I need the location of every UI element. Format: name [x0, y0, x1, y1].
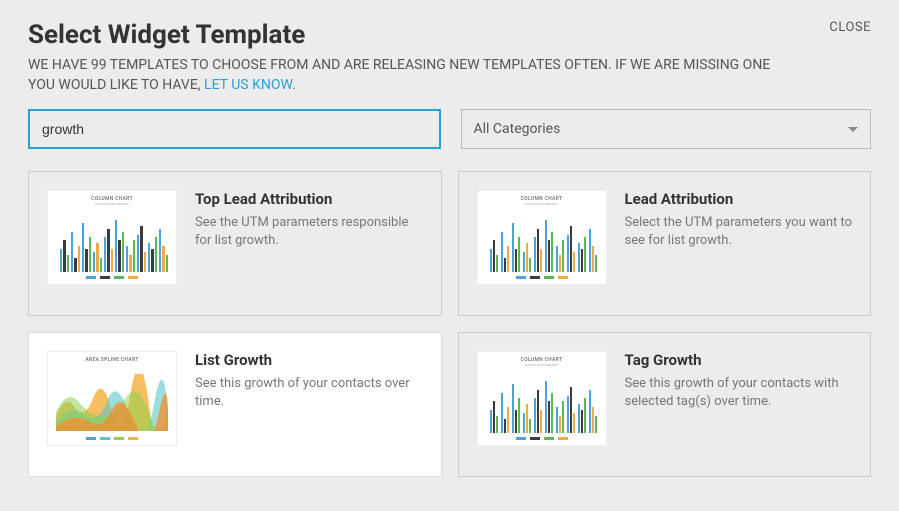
template-thumbnail: COLUMN CHART SOURCE MEASUREMENT: [477, 351, 607, 446]
thumb-label: COLUMN CHART: [478, 352, 606, 363]
modal-subtitle: WE HAVE 99 TEMPLATES TO CHOOSE FROM AND …: [28, 56, 788, 95]
thumb-label: COLUMN CHART: [478, 191, 606, 202]
template-title: List Growth: [195, 351, 423, 369]
template-thumbnail: AREA SPLINE CHART: [47, 351, 177, 446]
close-button[interactable]: CLOSE: [829, 20, 871, 35]
template-title: Tag Growth: [625, 351, 853, 369]
search-input[interactable]: [28, 109, 441, 149]
subtitle-text: WE HAVE 99 TEMPLATES TO CHOOSE FROM AND …: [28, 57, 770, 93]
column-chart-icon: [490, 214, 598, 272]
let-us-know-link[interactable]: LET US KNOW: [204, 77, 292, 93]
area-chart-icon: [56, 374, 168, 431]
template-info: List Growth See this growth of your cont…: [195, 351, 423, 411]
modal-header: Select Widget Template WE HAVE 99 TEMPLA…: [28, 20, 871, 95]
template-info: Top Lead Attribution See the UTM paramet…: [195, 190, 423, 250]
column-chart-icon: [490, 375, 598, 433]
template-card-top-lead-attribution[interactable]: COLUMN CHART SOURCE MEASUREMENT: [28, 171, 442, 316]
modal-title: Select Widget Template: [28, 20, 829, 50]
thumb-label: AREA SPLINE CHART: [48, 352, 176, 363]
controls-row: All Categories: [28, 109, 871, 149]
template-desc: See this growth of your contacts with se…: [625, 375, 853, 411]
column-chart-icon: [60, 214, 168, 272]
thumb-legend: [478, 276, 606, 282]
template-desc: See this growth of your contacts over ti…: [195, 375, 423, 411]
template-card-lead-attribution[interactable]: COLUMN CHART SOURCE MEASUREMENT: [458, 171, 872, 316]
thumb-legend: [48, 276, 176, 282]
template-info: Tag Growth See this growth of your conta…: [625, 351, 853, 411]
template-info: Lead Attribution Select the UTM paramete…: [625, 190, 853, 250]
thumb-legend: [48, 437, 176, 443]
subtitle-end: .: [292, 77, 296, 93]
thumb-legend: [478, 437, 606, 443]
thumb-sublabel: SOURCE MEASUREMENT: [478, 202, 606, 206]
template-thumbnail: COLUMN CHART SOURCE MEASUREMENT: [47, 190, 177, 285]
thumb-sublabel: SOURCE MEASUREMENT: [478, 363, 606, 367]
chevron-down-icon: [848, 127, 858, 132]
template-desc: See the UTM parameters responsible for l…: [195, 214, 423, 250]
templates-grid: COLUMN CHART SOURCE MEASUREMENT: [28, 171, 871, 477]
category-selected-label: All Categories: [474, 121, 561, 137]
template-title: Top Lead Attribution: [195, 190, 423, 208]
thumb-label: COLUMN CHART: [48, 191, 176, 202]
widget-template-modal: Select Widget Template WE HAVE 99 TEMPLA…: [0, 0, 899, 497]
template-title: Lead Attribution: [625, 190, 853, 208]
title-area: Select Widget Template WE HAVE 99 TEMPLA…: [28, 20, 829, 95]
template-card-tag-growth[interactable]: COLUMN CHART SOURCE MEASUREMENT: [458, 332, 872, 477]
template-card-list-growth[interactable]: AREA SPLINE CHART List G: [28, 332, 442, 477]
template-thumbnail: COLUMN CHART SOURCE MEASUREMENT: [477, 190, 607, 285]
template-desc: Select the UTM parameters you want to se…: [625, 214, 853, 250]
thumb-sublabel: SOURCE MEASUREMENT: [48, 202, 176, 206]
category-select[interactable]: All Categories: [461, 109, 872, 149]
